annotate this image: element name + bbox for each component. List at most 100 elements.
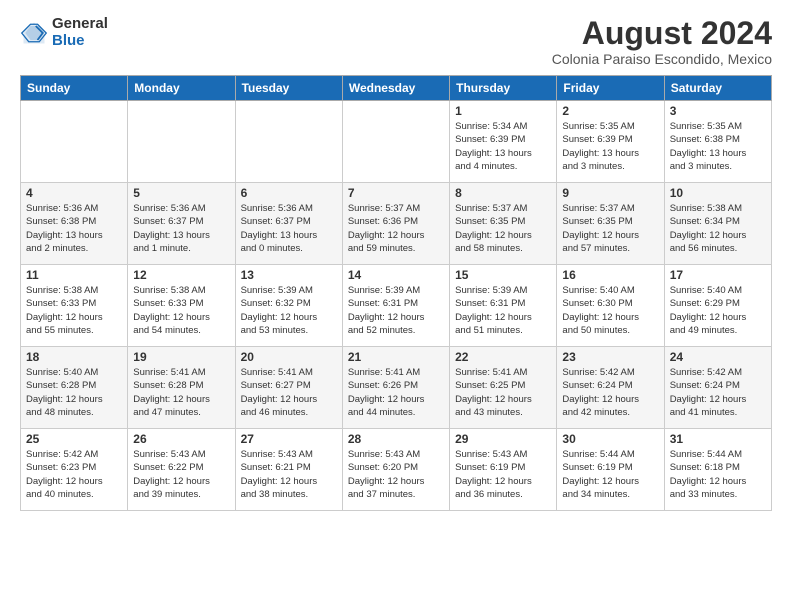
- day-info: Sunrise: 5:39 AM Sunset: 6:32 PM Dayligh…: [241, 284, 337, 337]
- title-block: August 2024 Colonia Paraiso Escondido, M…: [552, 16, 772, 67]
- calendar-cell-0-6: 3Sunrise: 5:35 AM Sunset: 6:38 PM Daylig…: [664, 101, 771, 183]
- calendar-cell-4-2: 27 Sunrise: 5:43 AM Sunset: 6:21 PM Dayli…: [235, 429, 342, 511]
- header-friday: Friday: [557, 76, 664, 101]
- day-info: Sunrise: 5:43 AM Sunset: 6:21 PM Dayligh…: [241, 448, 337, 501]
- day-info: Sunrise: 5:35 AM Sunset: 6:39 PM Dayligh…: [562, 120, 658, 173]
- calendar-cell-1-1: 5 Sunrise: 5:36 AM Sunset: 6:37 PM Daylig…: [128, 183, 235, 265]
- day-number: 5: [133, 186, 229, 200]
- calendar-table: Sunday Monday Tuesday Wednesday Thursday…: [20, 75, 772, 511]
- day-info: Sunrise: 5:43 AM Sunset: 6:20 PM Dayligh…: [348, 448, 444, 501]
- calendar-cell-4-1: 26Sunrise: 5:43 AM Sunset: 6:22 PM Dayli…: [128, 429, 235, 511]
- calendar-cell-1-6: 10 Sunrise: 5:38 AM Sunset: 6:34 PM Dayli…: [664, 183, 771, 265]
- calendar-cell-3-4: 22 Sunrise: 5:41 AM Sunset: 6:25 PM Dayli…: [450, 347, 557, 429]
- calendar-cell-1-5: 9Sunrise: 5:37 AM Sunset: 6:35 PM Daylig…: [557, 183, 664, 265]
- day-number: 21: [348, 350, 444, 364]
- day-info: Sunrise: 5:36 AM Sunset: 6:38 PM Dayligh…: [26, 202, 122, 255]
- day-number: 17: [670, 268, 766, 282]
- day-info: Sunrise: 5:38 AM Sunset: 6:33 PM Dayligh…: [133, 284, 229, 337]
- day-number: 25: [26, 432, 122, 446]
- day-info: Sunrise: 5:40 AM Sunset: 6:30 PM Dayligh…: [562, 284, 658, 337]
- page: General Blue August 2024 Colonia Paraiso…: [0, 0, 792, 612]
- calendar-cell-3-0: 18 Sunrise: 5:40 AM Sunset: 6:28 PM Dayli…: [21, 347, 128, 429]
- calendar-cell-4-5: 30 Sunrise: 5:44 AM Sunset: 6:19 PM Dayli…: [557, 429, 664, 511]
- week-row-4: 25 Sunrise: 5:42 AM Sunset: 6:23 PM Dayli…: [21, 429, 772, 511]
- header: General Blue August 2024 Colonia Paraiso…: [20, 16, 772, 67]
- day-info: Sunrise: 5:39 AM Sunset: 6:31 PM Dayligh…: [455, 284, 551, 337]
- calendar-cell-1-2: 6Sunrise: 5:36 AM Sunset: 6:37 PM Daylig…: [235, 183, 342, 265]
- calendar-cell-1-3: 7 Sunrise: 5:37 AM Sunset: 6:36 PM Daylig…: [342, 183, 449, 265]
- day-info: Sunrise: 5:37 AM Sunset: 6:36 PM Dayligh…: [348, 202, 444, 255]
- subtitle: Colonia Paraiso Escondido, Mexico: [552, 51, 772, 67]
- day-info: Sunrise: 5:40 AM Sunset: 6:28 PM Dayligh…: [26, 366, 122, 419]
- day-info: Sunrise: 5:36 AM Sunset: 6:37 PM Dayligh…: [133, 202, 229, 255]
- calendar-cell-3-3: 21 Sunrise: 5:41 AM Sunset: 6:26 PM Dayli…: [342, 347, 449, 429]
- calendar-cell-2-4: 15 Sunrise: 5:39 AM Sunset: 6:31 PM Dayli…: [450, 265, 557, 347]
- calendar-cell-2-1: 12 Sunrise: 5:38 AM Sunset: 6:33 PM Dayli…: [128, 265, 235, 347]
- day-number: 7: [348, 186, 444, 200]
- header-wednesday: Wednesday: [342, 76, 449, 101]
- day-number: 30: [562, 432, 658, 446]
- day-info: Sunrise: 5:35 AM Sunset: 6:38 PM Dayligh…: [670, 120, 766, 173]
- day-info: Sunrise: 5:41 AM Sunset: 6:25 PM Dayligh…: [455, 366, 551, 419]
- week-row-2: 11Sunrise: 5:38 AM Sunset: 6:33 PM Dayli…: [21, 265, 772, 347]
- day-info: Sunrise: 5:36 AM Sunset: 6:37 PM Dayligh…: [241, 202, 337, 255]
- day-number: 8: [455, 186, 551, 200]
- day-number: 13: [241, 268, 337, 282]
- main-title: August 2024: [552, 16, 772, 51]
- day-info: Sunrise: 5:41 AM Sunset: 6:28 PM Dayligh…: [133, 366, 229, 419]
- day-info: Sunrise: 5:40 AM Sunset: 6:29 PM Dayligh…: [670, 284, 766, 337]
- day-info: Sunrise: 5:43 AM Sunset: 6:19 PM Dayligh…: [455, 448, 551, 501]
- calendar-cell-0-1: [128, 101, 235, 183]
- header-sunday: Sunday: [21, 76, 128, 101]
- week-row-3: 18 Sunrise: 5:40 AM Sunset: 6:28 PM Dayli…: [21, 347, 772, 429]
- header-monday: Monday: [128, 76, 235, 101]
- day-number: 24: [670, 350, 766, 364]
- calendar-cell-2-5: 16 Sunrise: 5:40 AM Sunset: 6:30 PM Dayli…: [557, 265, 664, 347]
- day-number: 26: [133, 432, 229, 446]
- calendar-cell-2-6: 17 Sunrise: 5:40 AM Sunset: 6:29 PM Dayli…: [664, 265, 771, 347]
- logo-general-text: General: [52, 16, 108, 33]
- calendar-cell-0-2: [235, 101, 342, 183]
- day-info: Sunrise: 5:38 AM Sunset: 6:34 PM Dayligh…: [670, 202, 766, 255]
- calendar-cell-4-0: 25 Sunrise: 5:42 AM Sunset: 6:23 PM Dayli…: [21, 429, 128, 511]
- logo-icon: [20, 19, 48, 47]
- day-info: Sunrise: 5:42 AM Sunset: 6:23 PM Dayligh…: [26, 448, 122, 501]
- day-number: 22: [455, 350, 551, 364]
- calendar-cell-0-3: [342, 101, 449, 183]
- day-number: 14: [348, 268, 444, 282]
- day-info: Sunrise: 5:41 AM Sunset: 6:26 PM Dayligh…: [348, 366, 444, 419]
- calendar-cell-0-0: [21, 101, 128, 183]
- day-number: 1: [455, 104, 551, 118]
- calendar-cell-0-5: 2 Sunrise: 5:35 AM Sunset: 6:39 PM Daylig…: [557, 101, 664, 183]
- day-number: 20: [241, 350, 337, 364]
- calendar-cell-2-2: 13 Sunrise: 5:39 AM Sunset: 6:32 PM Dayli…: [235, 265, 342, 347]
- calendar-cell-2-3: 14 Sunrise: 5:39 AM Sunset: 6:31 PM Dayli…: [342, 265, 449, 347]
- day-number: 31: [670, 432, 766, 446]
- day-number: 10: [670, 186, 766, 200]
- day-number: 15: [455, 268, 551, 282]
- calendar-cell-3-6: 24Sunrise: 5:42 AM Sunset: 6:24 PM Dayli…: [664, 347, 771, 429]
- calendar-cell-1-4: 8 Sunrise: 5:37 AM Sunset: 6:35 PM Daylig…: [450, 183, 557, 265]
- logo-blue-text: Blue: [52, 33, 108, 50]
- day-info: Sunrise: 5:37 AM Sunset: 6:35 PM Dayligh…: [455, 202, 551, 255]
- calendar-cell-4-4: 29 Sunrise: 5:43 AM Sunset: 6:19 PM Dayli…: [450, 429, 557, 511]
- day-number: 27: [241, 432, 337, 446]
- day-number: 16: [562, 268, 658, 282]
- day-info: Sunrise: 5:44 AM Sunset: 6:19 PM Dayligh…: [562, 448, 658, 501]
- calendar-cell-2-0: 11Sunrise: 5:38 AM Sunset: 6:33 PM Dayli…: [21, 265, 128, 347]
- day-number: 12: [133, 268, 229, 282]
- calendar-cell-3-2: 20 Sunrise: 5:41 AM Sunset: 6:27 PM Dayli…: [235, 347, 342, 429]
- day-number: 23: [562, 350, 658, 364]
- day-info: Sunrise: 5:41 AM Sunset: 6:27 PM Dayligh…: [241, 366, 337, 419]
- day-number: 18: [26, 350, 122, 364]
- day-number: 29: [455, 432, 551, 446]
- calendar-cell-0-4: 1 Sunrise: 5:34 AM Sunset: 6:39 PM Daylig…: [450, 101, 557, 183]
- day-info: Sunrise: 5:34 AM Sunset: 6:39 PM Dayligh…: [455, 120, 551, 173]
- week-row-1: 4 Sunrise: 5:36 AM Sunset: 6:38 PM Daylig…: [21, 183, 772, 265]
- day-number: 2: [562, 104, 658, 118]
- day-info: Sunrise: 5:37 AM Sunset: 6:35 PM Dayligh…: [562, 202, 658, 255]
- calendar-cell-3-1: 19Sunrise: 5:41 AM Sunset: 6:28 PM Dayli…: [128, 347, 235, 429]
- day-number: 4: [26, 186, 122, 200]
- day-info: Sunrise: 5:39 AM Sunset: 6:31 PM Dayligh…: [348, 284, 444, 337]
- day-info: Sunrise: 5:44 AM Sunset: 6:18 PM Dayligh…: [670, 448, 766, 501]
